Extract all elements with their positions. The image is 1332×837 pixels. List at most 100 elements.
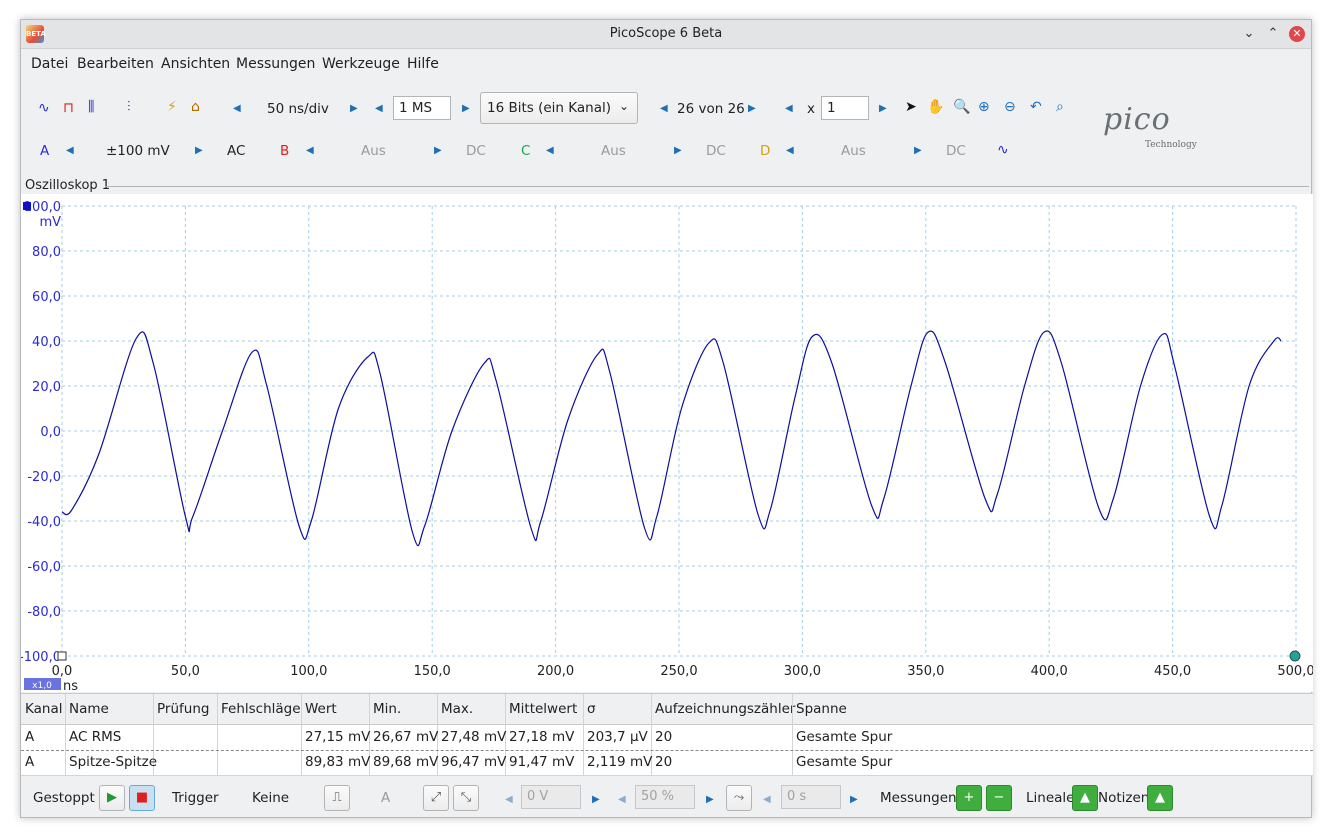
start-button[interactable]: ▶ (99, 785, 125, 811)
trigger-mode-value[interactable]: Keine (252, 790, 289, 806)
scope-plot[interactable]: 0,0 50,0 100,0 150,0 200,0 250,0 300,0 350,0 400… (21, 194, 1313, 692)
menu-messungen[interactable]: Messungen (236, 56, 315, 72)
delay-next-arrow[interactable]: ▶ (850, 794, 858, 805)
table-cell[interactable]: A (25, 729, 34, 745)
auto-setup-icon[interactable]: ⚡ (167, 99, 177, 115)
channel-c-range-prev[interactable]: ◀ (546, 145, 554, 156)
column-header[interactable]: Min. (373, 701, 401, 717)
table-cell[interactable]: 27,15 mV (305, 729, 370, 745)
delete-measurement-button[interactable]: − (986, 785, 1012, 811)
minimize-button[interactable]: ⌄ (1241, 26, 1257, 42)
table-cell[interactable]: AC RMS (69, 729, 121, 745)
menu-ansichten[interactable]: Ansichten (161, 56, 230, 72)
channel-d-label[interactable]: D (760, 143, 770, 159)
column-header[interactable]: Name (69, 701, 109, 717)
channel-d-range[interactable]: Aus (841, 143, 866, 159)
column-header[interactable]: Kanal (25, 701, 62, 717)
table-cell[interactable]: 89,68 mV (373, 754, 438, 770)
menu-bearbeiten[interactable]: Bearbeiten (77, 56, 154, 72)
pretrigger-input[interactable]: 50 % (635, 785, 695, 809)
channel-d-coupling[interactable]: DC (946, 143, 966, 159)
home-icon[interactable]: ⌂ (191, 99, 200, 115)
channel-options-icon[interactable]: ⫶ (127, 99, 131, 115)
table-cell[interactable]: Gesamte Spur (796, 729, 892, 745)
channel-c-label[interactable]: C (521, 143, 530, 159)
channel-a-coupling[interactable]: AC (227, 143, 245, 159)
math-channels-icon[interactable]: ∿ (997, 142, 1009, 158)
channel-b-range-prev[interactable]: ◀ (306, 145, 314, 156)
rulers-toggle-button[interactable]: ▲ (1072, 785, 1098, 811)
stop-button[interactable]: ■ (129, 785, 155, 811)
column-header[interactable]: Prüfung (157, 701, 209, 717)
channel-a-range-prev[interactable]: ◀ (66, 145, 74, 156)
timebase-prev-arrow[interactable]: ◀ (233, 103, 241, 114)
trigger-settings-button[interactable]: ⎍ (324, 785, 350, 811)
pretrigger-next-arrow[interactable]: ▶ (706, 794, 714, 805)
table-cell[interactable]: Gesamte Spur (796, 754, 892, 770)
channel-b-range-next[interactable]: ▶ (434, 145, 442, 156)
samples-input[interactable]: 1 MS (393, 96, 451, 120)
table-cell[interactable]: 27,18 mV (509, 729, 574, 745)
channel-b-label[interactable]: B (280, 143, 289, 159)
zoom-in-icon[interactable]: ⊕ (978, 99, 990, 115)
menu-datei[interactable]: Datei (31, 56, 68, 72)
trigger-delay-button[interactable]: ⤳ (726, 785, 752, 811)
table-cell[interactable]: 89,83 mV (305, 754, 370, 770)
buffer-next-arrow[interactable]: ▶ (748, 103, 756, 114)
channel-a-range[interactable]: ±100 mV (106, 143, 170, 159)
close-button[interactable]: ✕ (1289, 26, 1305, 42)
maximize-button[interactable]: ⌃ (1265, 26, 1281, 42)
hand-tool-icon[interactable]: ✋ (927, 99, 944, 115)
buffer-prev-arrow[interactable]: ◀ (660, 103, 668, 114)
column-header[interactable]: Max. (441, 701, 473, 717)
table-cell[interactable]: 91,47 mV (509, 754, 574, 770)
pretrigger-prev-arrow[interactable]: ◀ (618, 794, 626, 805)
table-cell[interactable]: 96,47 mV (441, 754, 506, 770)
channel-d-range-next[interactable]: ▶ (914, 145, 922, 156)
scope-view-tab[interactable]: Oszilloskop 1 (25, 178, 110, 193)
spectrum-mode-icon[interactable]: ⫼ (88, 99, 94, 115)
persistence-mode-icon[interactable]: ⊓ (63, 100, 74, 116)
column-header[interactable]: σ (587, 701, 596, 717)
table-cell[interactable]: Spitze-Spitze (69, 754, 157, 770)
scope-chart-svg[interactable]: 0,0 50,0 100,0 150,0 200,0 250,0 300,0 350,0 400… (21, 194, 1313, 692)
delay-prev-arrow[interactable]: ◀ (763, 794, 771, 805)
table-cell[interactable]: 2,119 mV (587, 754, 652, 770)
column-header[interactable]: Wert (305, 701, 337, 717)
zoom-next-arrow[interactable]: ▶ (879, 103, 887, 114)
samples-next-arrow[interactable]: ▶ (462, 103, 470, 114)
channel-c-range[interactable]: Aus (601, 143, 626, 159)
table-cell[interactable]: 20 (655, 729, 672, 745)
table-cell[interactable]: 27,48 mV (441, 729, 506, 745)
timebase-value[interactable]: 50 ns/div (267, 101, 329, 117)
table-cell[interactable]: 203,7 µV (587, 729, 648, 745)
threshold-input[interactable]: 0 V (521, 785, 581, 809)
zoom-area-icon[interactable]: 🔍 (953, 99, 970, 115)
threshold-next-arrow[interactable]: ▶ (592, 794, 600, 805)
table-cell[interactable]: 26,67 mV (373, 729, 438, 745)
channel-b-range[interactable]: Aus (361, 143, 386, 159)
zoom-out-icon[interactable]: ⊖ (1004, 99, 1016, 115)
zoom-prev-arrow[interactable]: ◀ (785, 103, 793, 114)
notes-toggle-button[interactable]: ▲ (1147, 785, 1173, 811)
threshold-prev-arrow[interactable]: ◀ (505, 794, 513, 805)
channel-a-label[interactable]: A (40, 143, 49, 159)
column-header[interactable]: Aufzeichnungszähler (655, 701, 795, 717)
falling-edge-button[interactable]: ⤡ (453, 785, 479, 811)
pointer-tool-icon[interactable]: ➤ (905, 99, 917, 115)
zoom-overview-icon[interactable]: ⌕ (1056, 99, 1064, 115)
menu-hilfe[interactable]: Hilfe (407, 56, 439, 72)
zoom-input[interactable]: 1 (821, 96, 869, 120)
channel-c-coupling[interactable]: DC (706, 143, 726, 159)
samples-prev-arrow[interactable]: ◀ (375, 103, 383, 114)
column-header[interactable]: Mittelwert (509, 701, 577, 717)
rising-edge-button[interactable]: ⤢ (423, 785, 449, 811)
channel-b-coupling[interactable]: DC (466, 143, 486, 159)
column-header[interactable]: Spanne (796, 701, 847, 717)
add-measurement-button[interactable]: + (956, 785, 982, 811)
table-cell[interactable]: A (25, 754, 34, 770)
trigger-channel-value[interactable]: A (381, 790, 390, 806)
menu-werkzeuge[interactable]: Werkzeuge (322, 56, 400, 72)
channel-c-range-next[interactable]: ▶ (674, 145, 682, 156)
resolution-select[interactable]: 16 Bits (ein Kanal) ⌄ (480, 92, 638, 124)
